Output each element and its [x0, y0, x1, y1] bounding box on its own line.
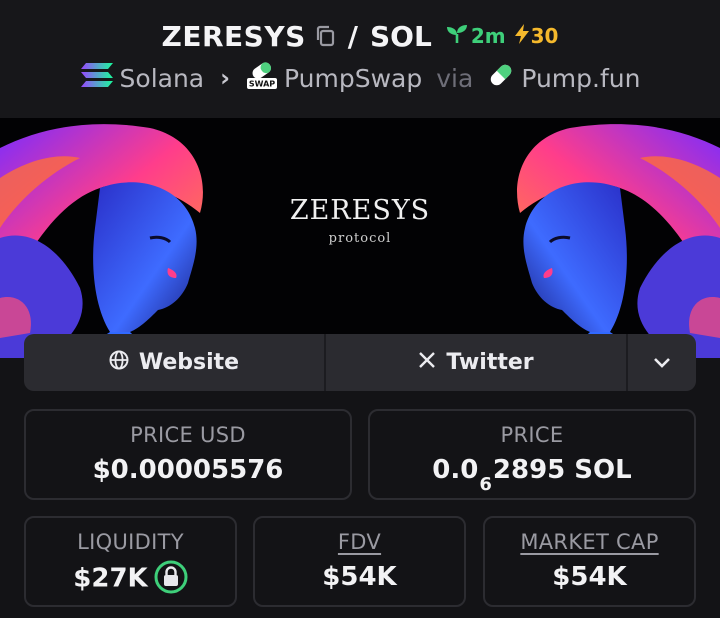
price-usd-label: PRICE USD: [130, 423, 246, 447]
via-text: via: [436, 63, 474, 93]
twitter-label: Twitter: [446, 350, 534, 375]
token-banner: ZERESYS protocol: [0, 118, 720, 358]
market-cap-value: $54K: [552, 562, 627, 592]
liquidity-value-row: $27K: [26, 560, 235, 596]
boost-badge[interactable]: 30: [514, 23, 559, 50]
twitter-button[interactable]: Twitter: [326, 334, 628, 391]
pair-title-row: ZERESYS / SOL 2m 30: [0, 16, 720, 56]
pair-header: ZERESYS / SOL 2m 30 Solana › SWAP PumpSw…: [0, 0, 720, 118]
launchpad-name: Pump.fun: [521, 63, 641, 93]
price-native-zero-count: 6: [479, 474, 492, 495]
liquidity-label: LIQUIDITY: [77, 530, 184, 554]
liquidity-value: $27K: [73, 563, 148, 594]
fdv-value: $54K: [322, 562, 397, 592]
dex-name: PumpSwap: [284, 63, 423, 93]
price-usd-card: PRICE USD $0.00005576: [24, 409, 352, 500]
chain-link[interactable]: Solana: [80, 62, 205, 94]
globe-icon: [109, 350, 129, 376]
banner-title: ZERESYS: [289, 195, 431, 226]
price-native-label: PRICE: [500, 423, 564, 447]
launchpad-link[interactable]: Pump.fun: [487, 61, 640, 95]
quote-symbol: SOL: [370, 19, 432, 53]
fdv-label[interactable]: FDV: [255, 530, 464, 554]
price-usd-value: $0.00005576: [92, 455, 284, 485]
boost-count: 30: [530, 24, 559, 48]
pumpswap-icon-text: SWAP: [249, 80, 275, 89]
fdv-card: FDV $54K: [253, 516, 466, 607]
market-cap-label[interactable]: MARKET CAP: [485, 530, 694, 554]
pair-separator: /: [347, 19, 359, 53]
token-symbol: ZERESYS: [161, 19, 306, 53]
pair-source-row: Solana › SWAP PumpSwap via Pump.fun: [0, 58, 720, 98]
dex-link[interactable]: SWAP PumpSwap: [246, 60, 422, 96]
chevron-right-icon: ›: [220, 64, 231, 92]
price-native-prefix: 0.0: [432, 455, 479, 485]
copy-icon[interactable]: [314, 24, 336, 48]
website-label: Website: [138, 350, 240, 375]
banner-subtitle: protocol: [328, 231, 392, 246]
market-cap-card: MARKET CAP $54K: [483, 516, 696, 607]
x-icon: [418, 350, 436, 375]
lock-icon[interactable]: [154, 560, 188, 594]
chevron-down-icon: [653, 350, 671, 375]
pair-age-badge: 2m: [446, 24, 506, 49]
pair-age: 2m: [470, 24, 506, 48]
pumpswap-icon: SWAP: [246, 60, 278, 96]
pill-icon: [487, 61, 515, 95]
website-button[interactable]: Website: [24, 334, 326, 391]
more-links-button[interactable]: [628, 334, 696, 391]
solana-icon: [80, 62, 114, 94]
price-native-value: 0.062895 SOL: [370, 455, 694, 495]
lightning-icon: [514, 23, 530, 50]
price-native-card: PRICE 0.062895 SOL: [368, 409, 696, 500]
liquidity-card: LIQUIDITY $27K: [24, 516, 237, 607]
chain-name: Solana: [119, 63, 205, 93]
social-links-bar: Website Twitter: [24, 334, 696, 391]
seedling-icon: [446, 24, 468, 49]
price-native-suffix: 2895 SOL: [492, 455, 632, 485]
